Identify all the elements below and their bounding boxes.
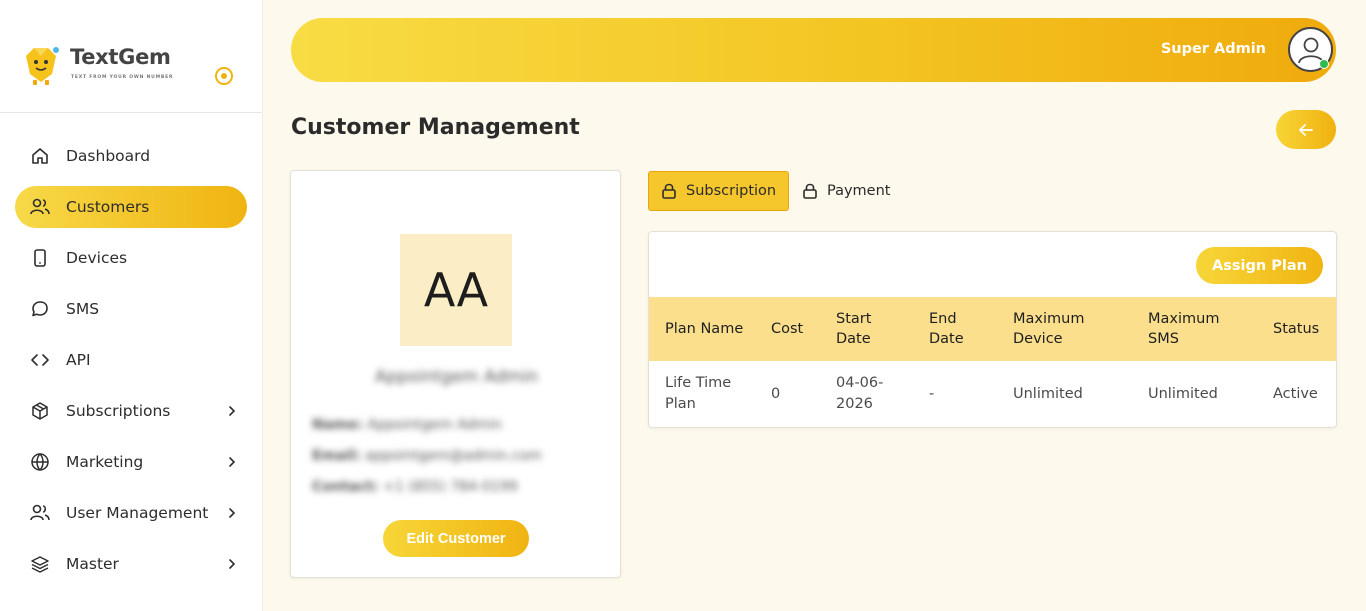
back-button[interactable] [1276, 110, 1336, 149]
subscription-plans-panel: Assign Plan Plan Name Cost Start Date En… [648, 231, 1337, 428]
sidebar-item-label: Marketing [66, 453, 144, 471]
edit-customer-button[interactable]: Edit Customer [383, 520, 529, 557]
logo-area: TextGem TEXT FROM YOUR OWN NUMBER [0, 0, 262, 113]
sidebar-item-dashboard[interactable]: Dashboard [15, 135, 247, 177]
sidebar-toggle-icon[interactable] [214, 66, 234, 86]
table-header-row: Plan Name Cost Start Date End Date Maxim… [649, 297, 1336, 361]
sidebar-item-label: API [66, 351, 91, 369]
sidebar-item-customers[interactable]: Customers [15, 186, 247, 228]
lock-icon [662, 183, 676, 199]
sidebar-item-label: Customers [66, 198, 150, 216]
lock-icon [803, 183, 817, 199]
sidebar-item-user-management[interactable]: User Management [15, 492, 247, 534]
sidebar: TextGem TEXT FROM YOUR OWN NUMBER Dashbo… [0, 0, 263, 611]
tab-label: Subscription [686, 183, 777, 199]
sidebar-item-api[interactable]: API [15, 339, 247, 381]
code-icon [29, 349, 51, 371]
customer-contact-value: +1 (855) 784-0199 [383, 479, 518, 495]
page-title: Customer Management [291, 115, 580, 140]
plan-max-device-cell: Unlimited [1013, 385, 1083, 402]
sidebar-item-label: Master [66, 555, 119, 573]
chevron-right-icon [229, 508, 236, 518]
column-header: Plan Name [665, 321, 744, 337]
plan-name-cell: Life Time Plan [665, 375, 732, 412]
chevron-right-icon [229, 457, 236, 467]
plan-max-sms-cell: Unlimited [1148, 385, 1218, 402]
tab-label: Payment [827, 183, 891, 199]
plan-end-date-cell: - [929, 385, 935, 402]
chat-icon [29, 298, 51, 320]
column-header: Status [1273, 321, 1320, 337]
chevron-right-icon [229, 406, 236, 416]
column-header: Start Date [836, 311, 872, 347]
table-row: Life Time Plan 0 04-06-2026 - Unlimited … [649, 361, 1336, 427]
sidebar-item-label: Subscriptions [66, 402, 171, 420]
sidebar-item-label: User Management [66, 504, 209, 522]
column-header: End Date [929, 311, 964, 347]
customer-contact-label: Contact: [312, 479, 379, 495]
tab-payment[interactable]: Payment [799, 171, 890, 211]
box-icon [29, 400, 51, 422]
customer-name-label: Name: [312, 417, 363, 433]
current-user-name[interactable]: Super Admin [1161, 41, 1266, 57]
user-avatar[interactable] [1288, 27, 1333, 72]
sidebar-item-label: Devices [66, 249, 128, 267]
customer-name-field: Name: Appointgem Admin [312, 417, 502, 433]
users-icon [29, 196, 51, 218]
customer-email-field: Email: appointgem@admin.com [312, 448, 542, 464]
home-icon [29, 145, 51, 167]
plan-status-cell: Active [1273, 385, 1318, 402]
customer-email-label: Email: [312, 448, 361, 464]
brand-name: TextGem [70, 45, 171, 69]
chevron-right-icon [229, 559, 236, 569]
online-status-dot [1319, 59, 1329, 69]
sidebar-item-marketing[interactable]: Marketing [15, 441, 247, 483]
customer-name-value: Appointgem Admin [367, 417, 502, 433]
sidebar-nav: Dashboard Customers Devices SMS API Subs… [15, 135, 247, 594]
column-header: Maximum Device [1013, 311, 1085, 347]
tab-subscription[interactable]: Subscription [648, 171, 789, 211]
plans-table: Plan Name Cost Start Date End Date Maxim… [649, 297, 1336, 427]
customer-display-name: Appointgem Admin [374, 367, 539, 387]
phone-icon [29, 247, 51, 269]
layers-icon [29, 553, 51, 575]
sidebar-item-sms[interactable]: SMS [15, 288, 247, 330]
customer-profile-card: AA Appointgem Admin Name: Appointgem Adm… [290, 170, 621, 578]
plan-start-date-cell: 04-06-2026 [836, 375, 884, 412]
top-header-bar: Super Admin [291, 18, 1336, 82]
customer-initials-avatar: AA [400, 234, 512, 346]
sidebar-item-label: SMS [66, 300, 100, 318]
customer-email-value: appointgem@admin.com [365, 448, 542, 464]
brand-tagline: TEXT FROM YOUR OWN NUMBER [71, 75, 174, 80]
users-icon [29, 502, 51, 524]
sidebar-item-devices[interactable]: Devices [15, 237, 247, 279]
assign-plan-button[interactable]: Assign Plan [1196, 247, 1323, 284]
sidebar-item-master[interactable]: Master [15, 543, 247, 585]
gem-mascot-logo[interactable] [22, 44, 60, 86]
arrow-left-icon [1299, 123, 1313, 136]
customer-contact-field: Contact: +1 (855) 784-0199 [312, 479, 518, 495]
sidebar-item-label: Dashboard [66, 147, 151, 165]
column-header: Maximum SMS [1148, 311, 1220, 347]
globe-icon [29, 451, 51, 473]
sidebar-item-subscriptions[interactable]: Subscriptions [15, 390, 247, 432]
column-header: Cost [771, 321, 804, 337]
plan-cost-cell: 0 [771, 385, 781, 402]
